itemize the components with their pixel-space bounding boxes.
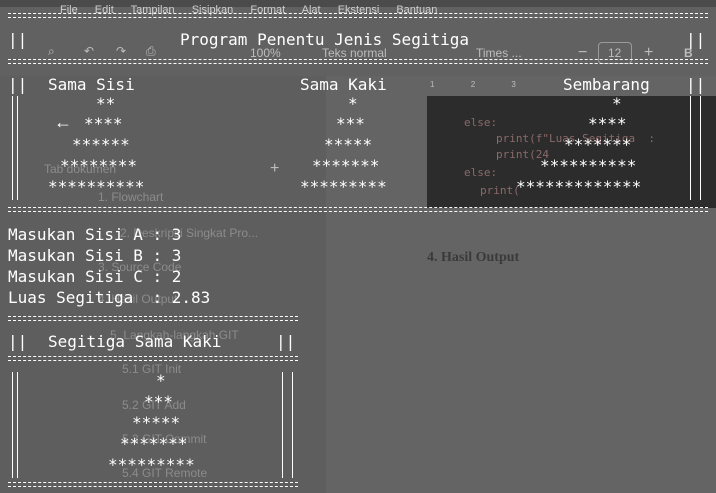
sama-sisi-row: **** <box>84 114 123 133</box>
border-line <box>8 482 298 483</box>
sama-kaki-row: ***** <box>324 135 373 154</box>
ruler-mark: 2 <box>470 80 476 89</box>
sembarang-row: ************* <box>516 177 642 196</box>
hasil-output-heading: 4. Hasil Output <box>427 250 520 265</box>
right-pipes: || <box>686 75 706 94</box>
result-star-row: ***** <box>132 413 181 432</box>
result-star-row: ********* <box>108 455 195 474</box>
border-line <box>8 356 298 357</box>
header-sama-kaki: Sama Kaki <box>300 75 387 94</box>
code-line: else: <box>464 116 498 129</box>
sembarang-row: ******* <box>564 135 632 154</box>
code-line: print( <box>480 184 520 197</box>
code-line: else: <box>464 166 498 179</box>
sama-kaki-row: ********* <box>300 177 387 196</box>
right-border <box>292 372 293 478</box>
right-pipes: || <box>276 332 296 351</box>
result-star-row: * <box>156 371 166 390</box>
result-star-row: *** <box>144 392 173 411</box>
menu-bar: File Edit Tampilan Sisipkan Format Alat … <box>60 4 451 16</box>
border-line <box>8 360 298 361</box>
menu-tampilan[interactable]: Tampilan <box>131 4 175 16</box>
input-sisi-c: Masukan Sisi C : 2 <box>8 268 181 285</box>
result-star-row: ******* <box>120 434 188 453</box>
right-border <box>282 372 283 478</box>
back-arrow-icon[interactable]: ← <box>54 112 72 133</box>
input-value: 3 <box>171 225 182 244</box>
menu-sisipkan[interactable]: Sisipkan <box>192 4 234 16</box>
output-value: 2.83 <box>171 288 211 307</box>
result-title: Segitiga Sama Kaki <box>48 332 222 351</box>
border-line <box>8 320 298 321</box>
sama-sisi-row: ****** <box>72 135 130 154</box>
border-line <box>8 486 298 487</box>
outline-item[interactable]: 5.1 GIT Init <box>122 362 181 376</box>
input-value: 2 <box>171 267 182 286</box>
sama-kaki-row: * <box>348 94 358 113</box>
input-sisi-b: Masukan Sisi B : 3 <box>8 247 181 264</box>
menu-alat[interactable]: Alat <box>302 4 321 16</box>
sembarang-row: * <box>612 94 622 113</box>
output-label: Luas Segitiga : <box>8 288 172 307</box>
luas-segitiga-output: Luas Segitiga : 2.83 <box>8 289 210 306</box>
left-pipes: || <box>8 75 28 94</box>
font-size-input[interactable]: 12 <box>608 46 621 60</box>
add-tab-icon[interactable]: + <box>270 160 279 178</box>
input-label: Masukan Sisi B : <box>8 246 172 265</box>
left-pipes: || <box>8 30 28 49</box>
redo-icon[interactable]: ↷ <box>116 44 126 58</box>
search-icon[interactable]: ⌕ <box>48 44 55 59</box>
ruler-mark: 3 <box>511 80 516 89</box>
menu-ekstensi[interactable]: Ekstensi <box>338 4 380 16</box>
ruler: 1 2 3 <box>430 80 516 89</box>
sama-kaki-row: ******* <box>312 156 380 175</box>
input-label: Masukan Sisi C : <box>8 267 172 286</box>
border-line <box>8 63 708 64</box>
print-icon[interactable]: ⎙ <box>146 44 156 59</box>
left-pipes: || <box>8 332 28 351</box>
sama-sisi-row: ** <box>96 94 116 113</box>
border-line <box>8 316 298 317</box>
menu-format[interactable]: Format <box>250 4 285 16</box>
input-value: 3 <box>171 246 182 265</box>
border-line <box>8 59 708 60</box>
right-border <box>690 96 691 200</box>
right-border <box>700 96 701 200</box>
border-line <box>8 17 708 18</box>
left-border <box>12 372 13 478</box>
program-title: Program Penentu Jenis Segitiga <box>180 30 469 49</box>
header-sama-sisi: Sama Sisi <box>48 75 135 94</box>
ruler-mark: 1 <box>430 80 435 89</box>
sama-sisi-row: ********** <box>48 177 145 196</box>
sembarang-row: **** <box>588 114 627 133</box>
left-border <box>17 96 18 200</box>
input-label: Masukan Sisi A : <box>8 225 172 244</box>
left-border <box>12 96 13 200</box>
header-sembarang: Sembarang <box>563 75 650 94</box>
sama-sisi-row: ******** <box>60 156 138 175</box>
right-pipes: || <box>686 30 706 49</box>
border-line <box>8 211 708 212</box>
border-line <box>8 207 708 208</box>
menu-edit[interactable]: Edit <box>95 4 114 16</box>
sembarang-row: ********** <box>540 156 637 175</box>
menu-file[interactable]: File <box>60 4 78 16</box>
border-line <box>8 13 708 14</box>
sama-kaki-row: *** <box>336 114 365 133</box>
left-border <box>17 372 18 478</box>
undo-icon[interactable]: ↶ <box>84 44 94 58</box>
font-select[interactable]: Times ... <box>476 46 522 60</box>
input-sisi-a: Masukan Sisi A : 3 <box>8 226 181 243</box>
menu-bantuan[interactable]: Bantuan <box>396 4 437 16</box>
